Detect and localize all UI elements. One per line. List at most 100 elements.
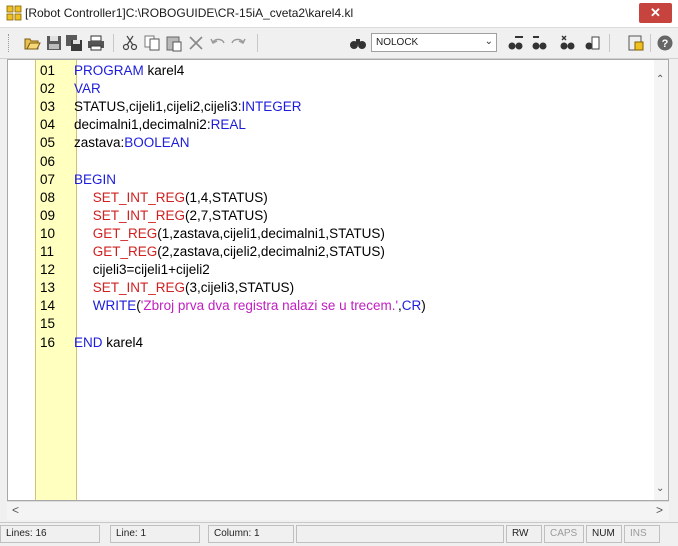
code-token: PROGRAM [74,63,144,78]
scroll-right-icon[interactable]: > [656,503,663,517]
code-token: BEGIN [74,171,117,187]
code-token: BOOLEAN [124,135,190,151]
scroll-up-icon[interactable]: ⌃ [656,74,664,85]
code-token: SET_INT_REG [92,189,186,205]
code-token: SET_INT_REG [92,280,186,296]
close-button[interactable]: ✕ [639,3,672,23]
code-line[interactable]: 05 zastava:BOOLEAN [35,134,190,151]
status-ins: INS [624,525,660,543]
code-token: GET_REG [92,225,158,241]
scroll-left-icon[interactable]: < [12,503,19,517]
code-token: karel4 [102,334,144,350]
status-caps: CAPS [544,525,584,543]
copy-icon[interactable] [143,34,161,52]
code-token: karel4 [143,63,185,78]
redo-icon[interactable] [229,34,247,52]
cut-icon[interactable] [121,34,139,52]
line-number: 03 [40,99,56,115]
save-icon[interactable] [45,34,63,52]
status-message [296,525,504,543]
svg-text:?: ? [662,38,669,50]
window-title: [Robot Controller1]C:\ROBOGUIDE\CR-15iA_… [25,6,354,20]
code-token: (1,zastava,cijeli1,decimalni1,STATUS) [157,225,385,241]
line-number: 02 [40,81,56,97]
code-line[interactable]: 02 VAR [35,80,101,97]
code-token: (3,cijeli3,STATUS) [185,280,295,296]
code-token: GET_REG [92,244,158,259]
paste-icon[interactable] [165,34,183,52]
print-icon[interactable] [87,34,105,52]
line-number: 13 [40,280,56,296]
toolbar-separator [650,34,651,52]
code-line[interactable]: 08 SET_INT_REG(1,4,STATUS) [35,189,268,206]
open-icon[interactable] [23,34,41,52]
help-icon[interactable]: ? [656,34,674,52]
toolbar-separator [257,34,258,52]
status-rw: RW [506,525,542,543]
code-token: REAL [210,117,246,133]
undo-icon[interactable] [209,34,227,52]
code-line[interactable]: 03 STATUS,cijeli1,cijeli2,cijeli3:INTEGER [35,98,302,115]
code-line[interactable]: 14 WRITE('Zbroj prva dva registra nalazi… [35,297,426,314]
code-token: END [74,334,103,350]
toolbar-separator [609,34,610,52]
code-line[interactable]: 09 SET_INT_REG(2,7,STATUS) [35,207,268,224]
code-line[interactable]: 11 GET_REG(2,zastava,cijeli2,decimalni2,… [35,243,385,260]
code-token: zastava: [74,135,125,151]
line-number: 16 [40,334,56,350]
line-number: 05 [40,135,56,151]
status-lines: Lines: 16 [0,525,100,543]
code-line[interactable]: 01 PROGRAM karel4 [35,62,184,79]
lock-mode-value: NOLOCK [376,37,419,48]
status-column: Column: 1 [208,525,294,543]
line-number: 08 [40,189,56,205]
code-token: INTEGER [241,99,302,115]
lock-mode-select[interactable]: NOLOCK ⌄ [371,33,497,52]
delete-icon[interactable] [187,34,205,52]
code-token: VAR [74,81,101,97]
code-line[interactable]: 15 [35,315,74,332]
tool-b-icon[interactable] [531,34,549,52]
find-icon[interactable] [349,34,367,52]
vertical-scrollbar[interactable]: ⌃ ⌄ [654,60,668,500]
code-line[interactable]: 04 decimalni1,decimalni2:REAL [35,116,246,133]
translate-icon[interactable] [627,34,645,52]
tool-d-icon[interactable] [583,34,601,52]
horizontal-scrollbar[interactable]: < > [7,501,669,520]
save-all-icon[interactable] [65,34,83,52]
code-line[interactable]: 10 GET_REG(1,zastava,cijeli1,decimalni1,… [35,225,385,242]
code-line[interactable]: 06 [35,153,74,170]
code-line[interactable]: 13 SET_INT_REG(3,cijeli3,STATUS) [35,279,294,296]
chevron-down-icon: ⌄ [484,36,493,47]
line-number: 14 [40,298,56,314]
code-line[interactable]: 16 END karel4 [35,334,143,351]
line-number: 09 [40,207,56,223]
tool-a-icon[interactable] [507,34,525,52]
code-editor[interactable]: 01 PROGRAM karel4 02 VAR 03 STATUS,cijeli1,ci… [7,59,669,501]
line-number: 11 [40,244,55,259]
line-number: 10 [40,225,56,241]
code-token: SET_INT_REG [92,207,186,223]
code-token: WRITE [92,298,137,314]
toolbar: NOLOCK ⌄ ? [0,28,678,59]
scroll-down-icon[interactable]: ⌄ [656,483,664,494]
toolbar-grip[interactable] [8,34,12,52]
line-number: 06 [40,153,56,169]
status-num: NUM [586,525,622,543]
code-token: cijeli3=cijeli1+cijeli2 [74,262,210,278]
tool-c-icon[interactable] [559,34,577,52]
code-token: (2,zastava,cijeli2,decimalni2,STATUS) [157,244,385,259]
code-token: ) [421,298,426,314]
status-line: Line: 1 [110,525,200,543]
code-line[interactable]: 12 cijeli3=cijeli1+cijeli2 [35,261,210,278]
line-number: 12 [40,262,56,278]
code-line[interactable]: 07 BEGIN [35,171,116,188]
title-bar: [Robot Controller1]C:\ROBOGUIDE\CR-15iA_… [0,0,678,28]
code-token: CR [401,298,422,314]
line-number: 04 [40,117,56,133]
